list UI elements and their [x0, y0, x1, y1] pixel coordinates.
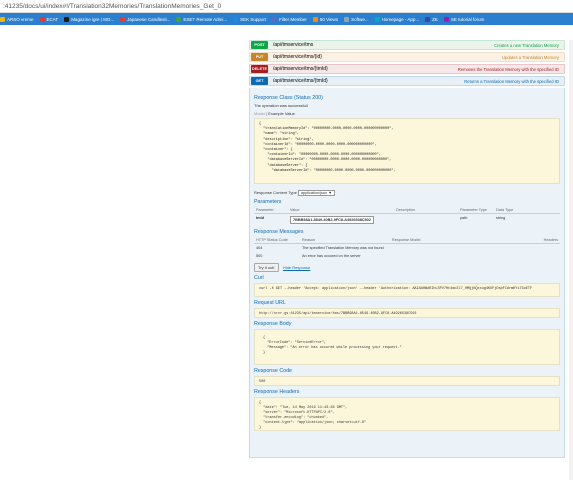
bookmark-label: Homepage - App... — [381, 16, 420, 22]
bookmark-item[interactable]: Magazine igre | MO... — [64, 16, 115, 22]
bookmark-favicon-icon — [64, 16, 70, 22]
response-body-title: Response Body — [254, 321, 292, 327]
operation-description: Removes the Translation Memory with the … — [457, 66, 559, 72]
bookmark-item[interactable]: SEK Support — [233, 16, 267, 22]
bookmark-favicon-icon — [120, 16, 126, 22]
operation-path[interactable]: /api/tmservice/tms/{tmId} — [273, 66, 458, 72]
bookmark-item[interactable]: ECAT — [39, 16, 59, 22]
request-url: http://srvr-gs:41235/api/tmservice/tms/7… — [254, 308, 560, 318]
api-operations: POST/api/tmservice/tms Creates a new Tran… — [249, 40, 565, 458]
parameters-table: Parameter Value Description Parameter Ty… — [254, 207, 560, 226]
bookmark-label: ECAT — [46, 16, 59, 22]
bookmark-item[interactable]: ZE — [425, 16, 438, 22]
response-class-desc: The operation was successfull — [254, 103, 308, 108]
operation-description: Creates a new Translation Memory — [494, 42, 559, 48]
operation-path[interactable]: /api/tmservice/tms — [273, 42, 494, 48]
bookmark-item[interactable]: Softwe... — [344, 16, 369, 22]
http-verb-badge: DELETE — [251, 65, 268, 73]
param-datatype: string — [496, 216, 506, 220]
operation-row-put[interactable]: PUT/api/tmservice/tms/{id} Updates a Tran… — [249, 52, 565, 62]
bookmark-label: Japanese Candlesti... — [127, 16, 171, 22]
response-code: 500 — [254, 376, 560, 386]
response-messages-title: Response Messages — [254, 229, 304, 235]
bookmark-favicon-icon — [443, 16, 449, 22]
bookmark-favicon-icon — [272, 16, 278, 22]
param-name: tmId — [256, 216, 265, 220]
content-type-select[interactable]: application/json ▼ — [297, 190, 335, 196]
request-url-title: Request URL — [254, 300, 286, 306]
response-body: { "ErrorCode": "ServiceError", "Message"… — [254, 329, 560, 365]
bookmark-label: Filter Member — [279, 16, 307, 22]
table-row: 500 An error has occured on the server — [254, 252, 560, 260]
bookmark-item[interactable]: SE tutorial forum — [443, 16, 485, 22]
msg-code: 404 — [256, 246, 263, 250]
bookmark-label: ZE — [432, 16, 438, 22]
bookmark-favicon-icon — [344, 16, 350, 22]
model-tab[interactable]: Model — [254, 111, 265, 116]
bookmarks-bar: ARSO vreme ECAT Magazine igre | MO... Japan… — [0, 13, 573, 25]
http-verb-badge: PUT — [251, 53, 268, 61]
bookmark-label: Magazine igre | MO... — [71, 16, 115, 22]
bookmark-favicon-icon — [0, 16, 5, 22]
bookmark-label: Softwe... — [351, 16, 369, 22]
operation-row-get[interactable]: GET/api/tmservice/tms/{tmId} Returns a Tr… — [249, 76, 565, 86]
msg-reason: An error has occured on the server — [302, 254, 361, 258]
bookmark-label: ESET Remote Admi... — [183, 16, 228, 22]
http-verb-badge: POST — [251, 41, 268, 49]
example-json: { "translationMemoryId": "00000000-0000-… — [254, 118, 560, 184]
bookmark-favicon-icon — [374, 16, 380, 22]
bookmark-favicon-icon — [233, 16, 239, 22]
bookmark-favicon-icon — [176, 16, 182, 22]
bookmark-item[interactable]: Japanese Candlesti... — [120, 16, 171, 22]
table-row: 404 The specified Translation Memory was… — [254, 244, 560, 253]
bookmark-label: 50 Views — [319, 16, 339, 22]
response-class-title: Response Class (Status 200) — [254, 95, 323, 101]
try-it-out-button[interactable]: Try it out! — [254, 263, 279, 272]
response-code-title: Response Code — [254, 368, 292, 374]
response-headers-title: Response Headers — [254, 389, 300, 395]
bookmark-item[interactable]: ESET Remote Admi... — [176, 16, 228, 22]
bookmark-item[interactable]: Filter Member — [272, 16, 307, 22]
operation-list: POST/api/tmservice/tms Creates a new Tran… — [249, 40, 565, 86]
expanded-operation-panel: Response Class (Status 200) The operatio… — [249, 88, 565, 458]
bookmark-label: ARSO vreme — [7, 16, 34, 22]
bookmark-label: SEK Support — [240, 16, 267, 22]
curl-title: Curl — [254, 275, 264, 281]
msg-code: 500 — [256, 254, 263, 258]
example-value-tab[interactable]: Example Value — [268, 111, 295, 116]
address-bar[interactable]: :41235/docs/ui/index#!/Translation32Memo… — [0, 0, 573, 13]
operation-description: Updates a Translation Memory — [501, 54, 559, 60]
curl-command: curl -X GET --header 'Accept: applicatio… — [254, 283, 560, 297]
content-type-label: Response Content Type — [254, 190, 297, 195]
param-type: path — [460, 216, 468, 220]
operation-description: Returns a Translation Memory with the sp… — [464, 78, 559, 84]
operation-row-post[interactable]: POST/api/tmservice/tms Creates a new Tran… — [249, 40, 565, 50]
page-scrollbar[interactable] — [569, 40, 573, 480]
bookmark-item[interactable]: ARSO vreme — [0, 16, 34, 22]
parameters-title: Parameters — [254, 199, 282, 205]
msg-reason: The specified Translation Memory was not… — [302, 246, 384, 250]
operation-path[interactable]: /api/tmservice/tms/{id} — [273, 54, 502, 60]
bookmark-favicon-icon — [425, 16, 431, 22]
operation-row-delete[interactable]: DELETE/api/tmservice/tms/{tmId} Removes t… — [249, 64, 565, 74]
bookmark-item[interactable]: 50 Views — [312, 16, 339, 22]
http-verb-badge: GET — [251, 77, 268, 85]
param-desc — [394, 214, 458, 227]
hide-response-link[interactable]: Hide Response — [283, 265, 310, 270]
response-headers: { "date": "Tue, 14 May 2019 11:43:36 GMT… — [254, 397, 560, 431]
operation-path[interactable]: /api/tmservice/tms/{tmId} — [273, 78, 464, 84]
bookmark-item[interactable]: Homepage - App... — [374, 16, 420, 22]
bookmark-favicon-icon — [312, 16, 318, 22]
param-tmid-input[interactable]: 7BBB98A1-8549-40B2-9FC8-A4926538C502 — [290, 216, 374, 224]
response-messages-table: HTTP Status Code Reason Response Model H… — [254, 237, 560, 260]
bookmark-favicon-icon — [39, 16, 45, 22]
bookmark-label: SE tutorial forum — [450, 16, 485, 22]
